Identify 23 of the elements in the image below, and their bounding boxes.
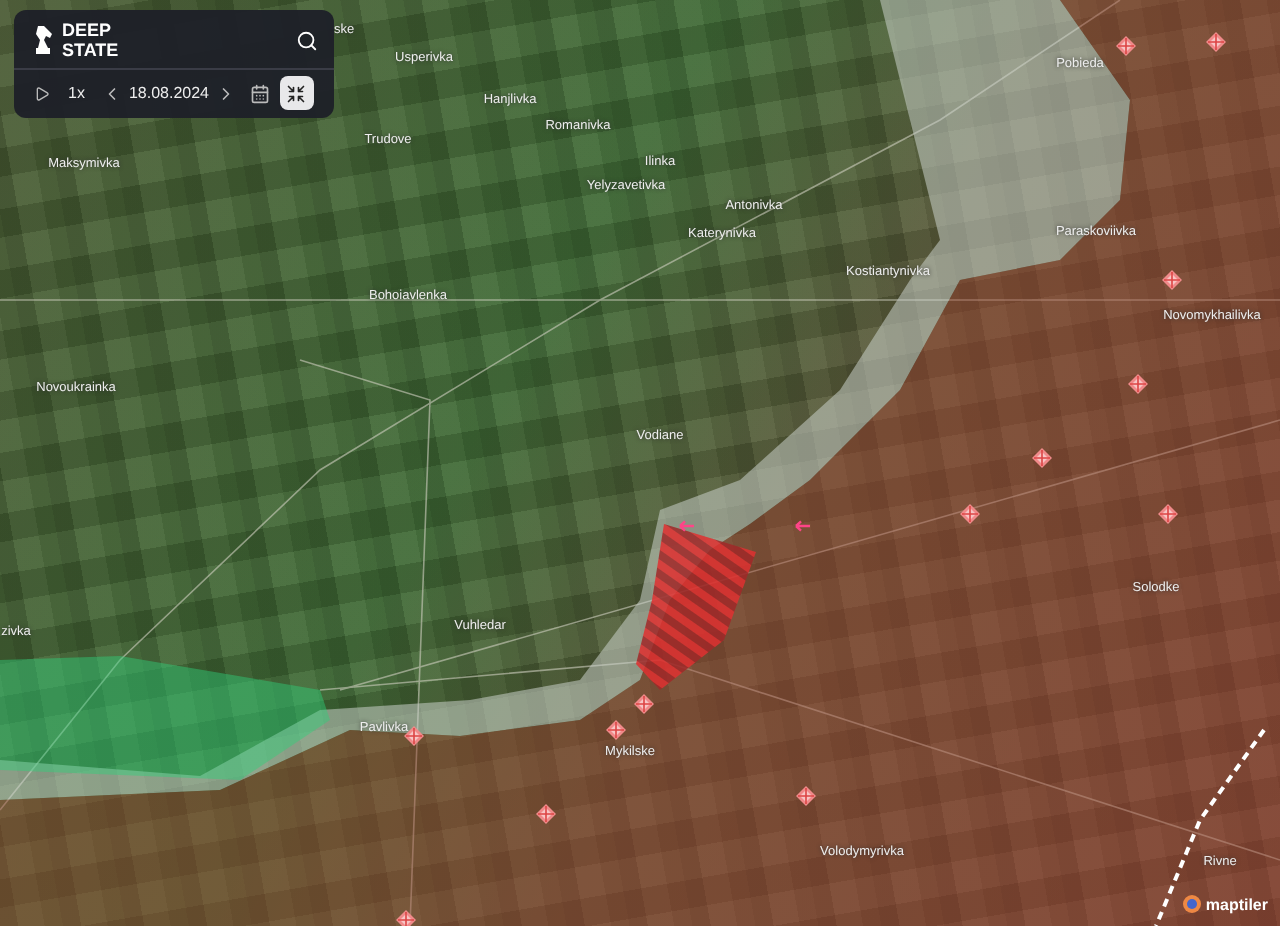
play-button[interactable] <box>34 85 50 101</box>
diamond-marker-icon[interactable] <box>396 910 416 926</box>
knight-logo-icon <box>34 24 54 56</box>
diamond-marker-icon[interactable] <box>1158 504 1178 524</box>
compare-button[interactable] <box>279 76 313 110</box>
diamond-marker-icon[interactable] <box>960 504 980 524</box>
compress-arrows-icon <box>286 83 306 103</box>
diamond-marker-icon[interactable] <box>1206 32 1226 52</box>
diamond-marker-icon[interactable] <box>1116 36 1136 56</box>
diamond-marker-icon[interactable] <box>536 804 556 824</box>
diamond-marker-icon[interactable] <box>1128 374 1148 394</box>
diamond-marker-icon[interactable] <box>1032 448 1052 468</box>
maptiler-logo-icon <box>1181 894 1202 914</box>
attribution-text[interactable]: maptiler <box>1205 895 1268 913</box>
diamond-marker-icon[interactable] <box>606 720 626 740</box>
diamond-marker-icon[interactable] <box>796 786 816 806</box>
speed-button[interactable]: 1x <box>68 84 85 102</box>
brand-name: DEEP STATE <box>62 20 121 60</box>
calendar-button[interactable] <box>249 83 269 103</box>
diamond-marker-icon[interactable] <box>1162 270 1182 290</box>
diamond-marker-icon[interactable] <box>634 694 654 714</box>
date-label: 18.08.2024 <box>128 84 209 102</box>
search-icon[interactable] <box>296 29 318 51</box>
